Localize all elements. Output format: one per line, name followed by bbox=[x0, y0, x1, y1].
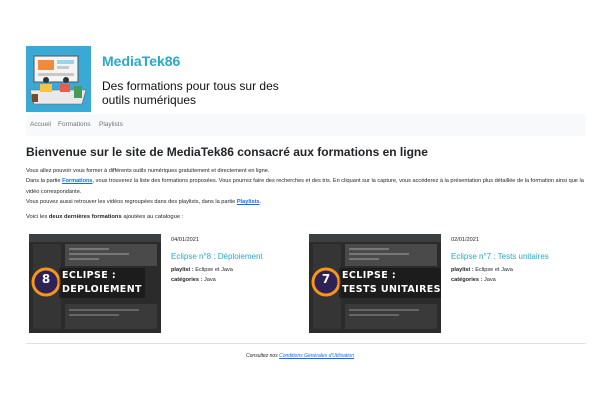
thumbnail-line-1: ECLIPSE : bbox=[342, 270, 397, 281]
thumbnail-line-2: TESTS UNITAIRES bbox=[342, 284, 441, 295]
formation-playlist: playlist : Eclipse et Java bbox=[451, 267, 513, 273]
nav-link-playlists[interactable]: Playlists bbox=[99, 121, 123, 128]
site-footer: Consultez nos Conditions Générales d'Uti… bbox=[0, 353, 600, 359]
playlist-value: Eclipse et Java bbox=[195, 267, 233, 273]
eclipse-badge-icon: 7 bbox=[321, 272, 331, 286]
latest-formations-intro: Voici les deux dernières formations ajou… bbox=[26, 214, 183, 220]
formation-playlist: playlist : Eclipse et Java bbox=[171, 267, 233, 273]
playlist-value: Eclipse et Java bbox=[475, 267, 513, 273]
latest-bold: deux dernières formations bbox=[48, 214, 122, 220]
latest-before: Voici les bbox=[26, 214, 49, 220]
intro-line-2-before: Dans la partie bbox=[26, 178, 63, 185]
intro-line-2-after: , vous trouverez la liste des formations… bbox=[26, 178, 584, 195]
nav-link-accueil[interactable]: Accueil bbox=[30, 121, 51, 128]
playlist-label: playlist : bbox=[171, 267, 194, 273]
thumbnail-caption: ECLIPSE : TESTS UNITAIRES bbox=[339, 268, 441, 298]
latest-after: ajoutées au catalogue : bbox=[121, 214, 184, 220]
categories-value: Java bbox=[203, 277, 216, 283]
formation-date: 04/01/2021 bbox=[171, 237, 199, 243]
intro-text: Vous allez pouvoir vous former à différe… bbox=[26, 166, 588, 207]
formation-card: 8 ECLIPSE : DEPLOIEMENT 04/01/2021 Eclip… bbox=[29, 234, 299, 334]
site-header: MediaTek86 Des formations pour tous sur … bbox=[26, 46, 586, 114]
intro-line-2: Dans la partie Formations, vous trouvere… bbox=[26, 176, 588, 197]
formation-categories: catégories : Java bbox=[451, 277, 496, 283]
footer-divider bbox=[26, 343, 586, 344]
thumbnail-caption: ECLIPSE : DEPLOIEMENT bbox=[59, 268, 145, 298]
thumbnail-line-1: ECLIPSE : bbox=[62, 270, 117, 281]
playlists-link[interactable]: Playlists bbox=[237, 199, 260, 205]
formation-card: 7 ECLIPSE : TESTS UNITAIRES 02/01/2021 E… bbox=[309, 234, 579, 334]
formation-thumbnail[interactable]: 8 ECLIPSE : DEPLOIEMENT bbox=[29, 234, 161, 333]
formation-date: 02/01/2021 bbox=[451, 237, 479, 243]
footer-text: Consultez nos bbox=[246, 353, 280, 359]
categories-value: Java bbox=[483, 277, 496, 283]
formation-thumbnail[interactable]: 7 ECLIPSE : TESTS UNITAIRES bbox=[309, 234, 441, 333]
site-title[interactable]: MediaTek86 bbox=[102, 53, 180, 69]
cgu-link[interactable]: Conditions Générales d'Utilisation bbox=[279, 353, 354, 359]
categories-label: catégories : bbox=[171, 277, 203, 283]
intro-line-1: Vous allez pouvoir vous former à différe… bbox=[26, 168, 270, 174]
nav-link-formations[interactable]: Formations bbox=[58, 121, 91, 128]
intro-line-3-after: . bbox=[259, 198, 262, 205]
intro-line-3-before: Vous pouvez aussi retrouver les vidéos r… bbox=[26, 198, 237, 205]
thumbnail-line-2: DEPLOIEMENT bbox=[62, 284, 142, 295]
formation-title-link[interactable]: Eclipse n°8 : Déploiement bbox=[171, 252, 263, 261]
formations-link[interactable]: Formations bbox=[62, 178, 92, 184]
site-tagline: Des formations pour tous sur des outils … bbox=[102, 79, 279, 107]
eclipse-badge-icon: 8 bbox=[41, 272, 51, 286]
page-title: Bienvenue sur le site de MediaTek86 cons… bbox=[26, 145, 428, 159]
playlist-label: playlist : bbox=[451, 267, 474, 273]
categories-label: catégories : bbox=[451, 277, 483, 283]
formation-categories: catégories : Java bbox=[171, 277, 216, 283]
main-navbar: Accueil Formations Playlists bbox=[26, 114, 586, 136]
logo-illustration-icon[interactable] bbox=[26, 46, 91, 112]
intro-line-3: Vous pouvez aussi retrouver les vidéos r… bbox=[26, 197, 588, 207]
formation-title-link[interactable]: Eclipse n°7 : Tests unitaires bbox=[451, 252, 549, 261]
